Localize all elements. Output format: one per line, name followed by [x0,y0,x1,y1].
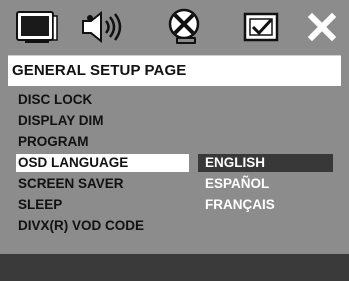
menu-item-sleep[interactable]: SLEEP [18,197,62,212]
general-setup-tab-icon[interactable] [14,8,60,46]
setup-tab-bar [0,0,349,54]
exit-tab-icon[interactable] [304,8,340,46]
menu-item-disc-lock[interactable]: DISC LOCK [18,92,92,107]
menu-item-osd-language[interactable]: OSD LANGUAGE [18,155,128,170]
submenu-item-espanol[interactable]: ESPAÑOL [205,176,269,191]
submenu-item-english[interactable]: ENGLISH [205,155,265,170]
preference-tab-icon[interactable] [240,8,284,46]
menu-item-screen-saver[interactable]: SCREEN SAVER [18,176,124,191]
bottom-status-bar [0,254,349,281]
menu-item-divx-vod-code[interactable]: DIVX(R) VOD CODE [18,218,144,233]
menu-item-display-dim[interactable]: DISPLAY DIM [18,113,104,128]
submenu-item-francais[interactable]: FRANÇAIS [205,197,275,212]
page-title: GENERAL SETUP PAGE [12,62,187,79]
menu-item-program[interactable]: PROGRAM [18,134,89,149]
video-setup-tab-icon[interactable] [160,8,208,46]
page-title-bar: GENERAL SETUP PAGE [8,55,341,86]
audio-setup-tab-icon[interactable] [78,8,132,46]
osd-setup-menu: GENERAL SETUP PAGE DISC LOCK DISPLAY DIM… [0,0,349,281]
